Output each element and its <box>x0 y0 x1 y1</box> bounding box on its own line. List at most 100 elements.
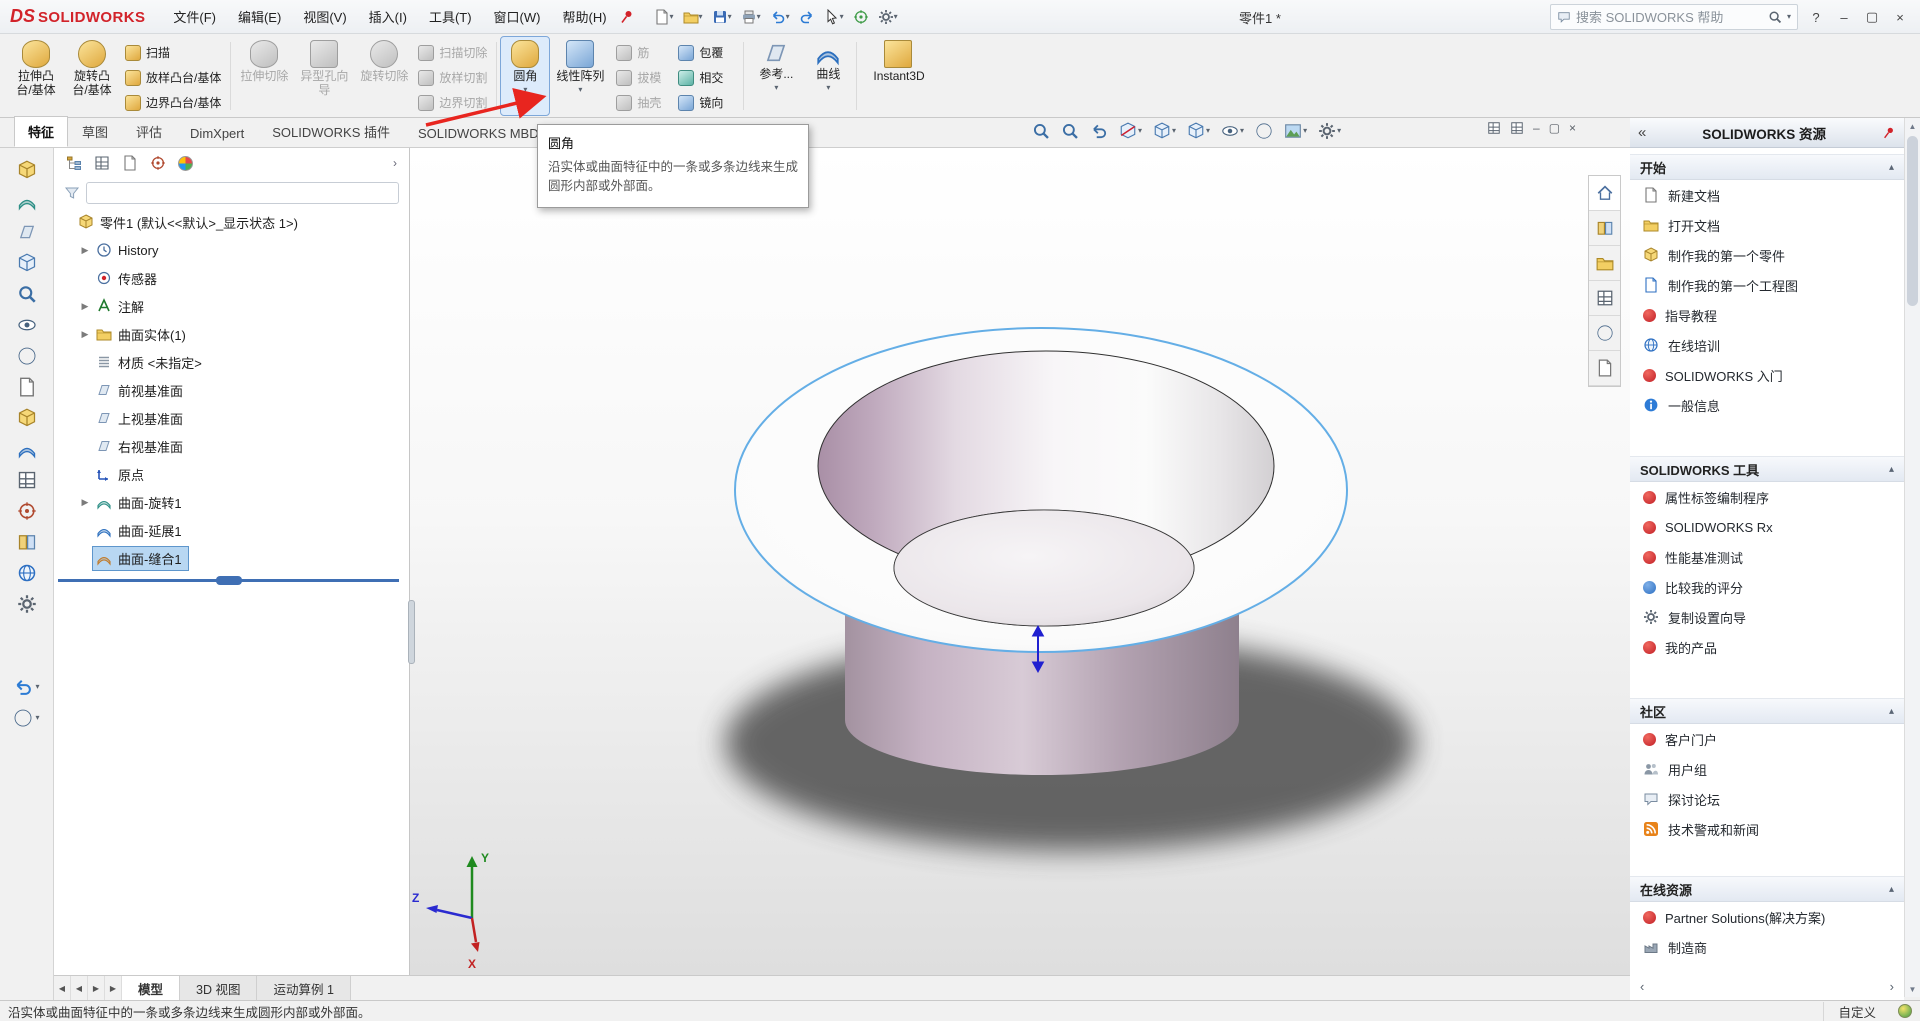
intersect-button[interactable]: 相交 <box>673 66 739 89</box>
open-document-button[interactable] <box>680 5 706 29</box>
scrollbar-thumb[interactable] <box>1907 136 1918 306</box>
link-open-document[interactable]: 打开文档 <box>1630 210 1904 240</box>
left-tool-button-3[interactable] <box>17 222 37 242</box>
expand-arrow-icon[interactable] <box>78 329 92 340</box>
zoom-fit-button[interactable] <box>1030 121 1052 141</box>
link-online-training[interactable]: 在线培训 <box>1630 330 1904 360</box>
tree-item-right-plane[interactable]: 右视基准面 <box>54 432 409 460</box>
instant3d-button[interactable]: Instant3D <box>861 37 935 115</box>
tab-custom-properties[interactable] <box>1589 351 1620 386</box>
nav-last-tab-button[interactable]: ▶ <box>105 976 122 1000</box>
menu-file[interactable]: 文件(F) <box>163 2 226 31</box>
previous-view-button[interactable] <box>1088 121 1110 141</box>
left-tool-button-8[interactable] <box>17 377 37 397</box>
caret-down-icon[interactable] <box>1337 127 1341 135</box>
left-tool-button-16[interactable] <box>13 677 39 697</box>
link-partner-solutions[interactable]: Partner Solutions(解决方案) <box>1630 902 1904 932</box>
zoom-area-button[interactable] <box>1059 121 1081 141</box>
tree-filter-input[interactable] <box>86 182 399 204</box>
options-button[interactable] <box>875 5 901 29</box>
left-tool-button-15[interactable] <box>17 594 37 614</box>
nav-first-tab-button[interactable]: ◀ <box>54 976 71 1000</box>
caret-down-icon[interactable] <box>826 84 830 92</box>
lofted-cut-button[interactable]: 放样切割 <box>413 66 492 89</box>
feature-manager-icon[interactable] <box>66 155 82 171</box>
wrap-button[interactable]: 包覆 <box>673 41 739 64</box>
edit-appearance-button[interactable] <box>1253 121 1275 141</box>
swept-boss-button[interactable]: 扫描 <box>120 41 226 64</box>
tree-item-part[interactable]: 零件1 (默认<<默认>_显示状态 1>) <box>54 208 409 236</box>
section-collapse-icon[interactable]: ▴ <box>1889 706 1894 717</box>
link-tech-alerts[interactable]: 技术警戒和新闻 <box>1630 814 1904 844</box>
web-help-globe-icon[interactable] <box>1898 1004 1912 1018</box>
scroll-up-icon[interactable]: ▲ <box>1905 118 1920 134</box>
left-tool-button-9[interactable] <box>17 408 37 428</box>
pane-split-vertical-icon[interactable] <box>1510 121 1524 135</box>
expand-arrow-icon[interactable] <box>78 301 92 312</box>
left-tool-button-5[interactable] <box>17 284 37 304</box>
tab-solidworks-addins[interactable]: SOLIDWORKS 插件 <box>258 116 404 147</box>
rebuild-button[interactable] <box>850 5 872 29</box>
scroll-down-icon[interactable]: ▼ <box>1905 981 1920 997</box>
task-pane-scrollbar[interactable]: ▲ ▼ <box>1904 118 1920 997</box>
link-first-drawing[interactable]: 制作我的第一个工程图 <box>1630 270 1904 300</box>
link-solidworks-rx[interactable]: SOLIDWORKS Rx <box>1630 512 1904 542</box>
display-style-button[interactable] <box>1185 121 1212 141</box>
property-manager-icon[interactable] <box>94 155 110 171</box>
caret-down-icon[interactable] <box>35 683 39 691</box>
left-tool-button-17[interactable] <box>13 708 39 728</box>
link-discussion-forum[interactable]: 探讨论坛 <box>1630 784 1904 814</box>
hole-wizard-button[interactable]: 异型孔向导 <box>293 37 355 115</box>
search-input[interactable] <box>1576 10 1763 25</box>
display-manager-icon[interactable] <box>178 156 193 171</box>
menu-tools[interactable]: 工具(T) <box>419 2 482 31</box>
select-button[interactable] <box>821 5 847 29</box>
mirror-button[interactable]: 镜向 <box>673 91 739 114</box>
pager-left-button[interactable]: ‹ <box>1640 979 1644 994</box>
filter-funnel-icon[interactable] <box>64 185 80 201</box>
tab-appearances-scenes[interactable] <box>1589 316 1620 351</box>
tab-solidworks-resources[interactable] <box>1589 176 1620 211</box>
menu-insert[interactable]: 插入(I) <box>359 2 417 31</box>
left-tool-button-2[interactable] <box>17 191 37 211</box>
nav-next-tab-button[interactable]: ▶ <box>88 976 105 1000</box>
new-document-button[interactable] <box>651 5 677 29</box>
revolved-cut-button[interactable]: 旋转切除 <box>355 37 413 115</box>
shell-button[interactable]: 抽壳 <box>611 91 673 114</box>
link-getting-started[interactable]: SOLIDWORKS 入门 <box>1630 360 1904 390</box>
tree-item-top-plane[interactable]: 上视基准面 <box>54 404 409 432</box>
tree-item-annotations[interactable]: 注解 <box>54 292 409 320</box>
section-collapse-icon[interactable]: ▴ <box>1889 162 1894 173</box>
fillet-dropdown-caret-icon[interactable] <box>523 86 527 94</box>
link-tutorials[interactable]: 指导教程 <box>1630 300 1904 330</box>
tree-flyout-chevron-icon[interactable]: › <box>393 156 397 170</box>
menu-view[interactable]: 视图(V) <box>293 2 356 31</box>
section-online-resources[interactable]: 在线资源 ▴ <box>1630 876 1904 902</box>
tab-motion-study[interactable]: 运动算例 1 <box>257 976 350 1000</box>
link-copy-settings-wizard[interactable]: 复制设置向导 <box>1630 602 1904 632</box>
left-tool-button-6[interactable] <box>17 315 37 335</box>
link-user-groups[interactable]: 用户组 <box>1630 754 1904 784</box>
extruded-cut-button[interactable]: 拉伸切除 <box>235 37 293 115</box>
boundary-cut-button[interactable]: 边界切割 <box>413 91 492 114</box>
nav-prev-tab-button[interactable]: ◀ <box>71 976 88 1000</box>
revolved-boss-button[interactable]: 旋转凸台/基体 <box>64 37 120 115</box>
draft-button[interactable]: 拔模 <box>611 66 673 89</box>
pager-right-button[interactable]: › <box>1890 979 1894 994</box>
caret-down-icon[interactable] <box>578 86 582 94</box>
status-customize[interactable]: 自定义 <box>1823 1002 1890 1021</box>
tree-item-origin[interactable]: 原点 <box>54 460 409 488</box>
left-tool-button-1[interactable] <box>17 160 37 180</box>
extruded-boss-button[interactable]: 拉伸凸台/基体 <box>8 37 64 115</box>
left-tool-button-7[interactable] <box>17 346 37 366</box>
menu-edit[interactable]: 编辑(E) <box>228 2 291 31</box>
section-collapse-icon[interactable]: ▴ <box>1889 464 1894 475</box>
view-orientation-button[interactable] <box>1151 121 1178 141</box>
rollback-bar[interactable] <box>58 579 399 582</box>
link-customer-portal[interactable]: 客户门户 <box>1630 724 1904 754</box>
tab-design-library[interactable] <box>1589 211 1620 246</box>
caret-down-icon[interactable] <box>1303 127 1307 135</box>
section-collapse-icon[interactable]: ▴ <box>1889 884 1894 895</box>
tab-view-palette[interactable] <box>1589 281 1620 316</box>
link-performance-benchmark[interactable]: 性能基准测试 <box>1630 542 1904 572</box>
